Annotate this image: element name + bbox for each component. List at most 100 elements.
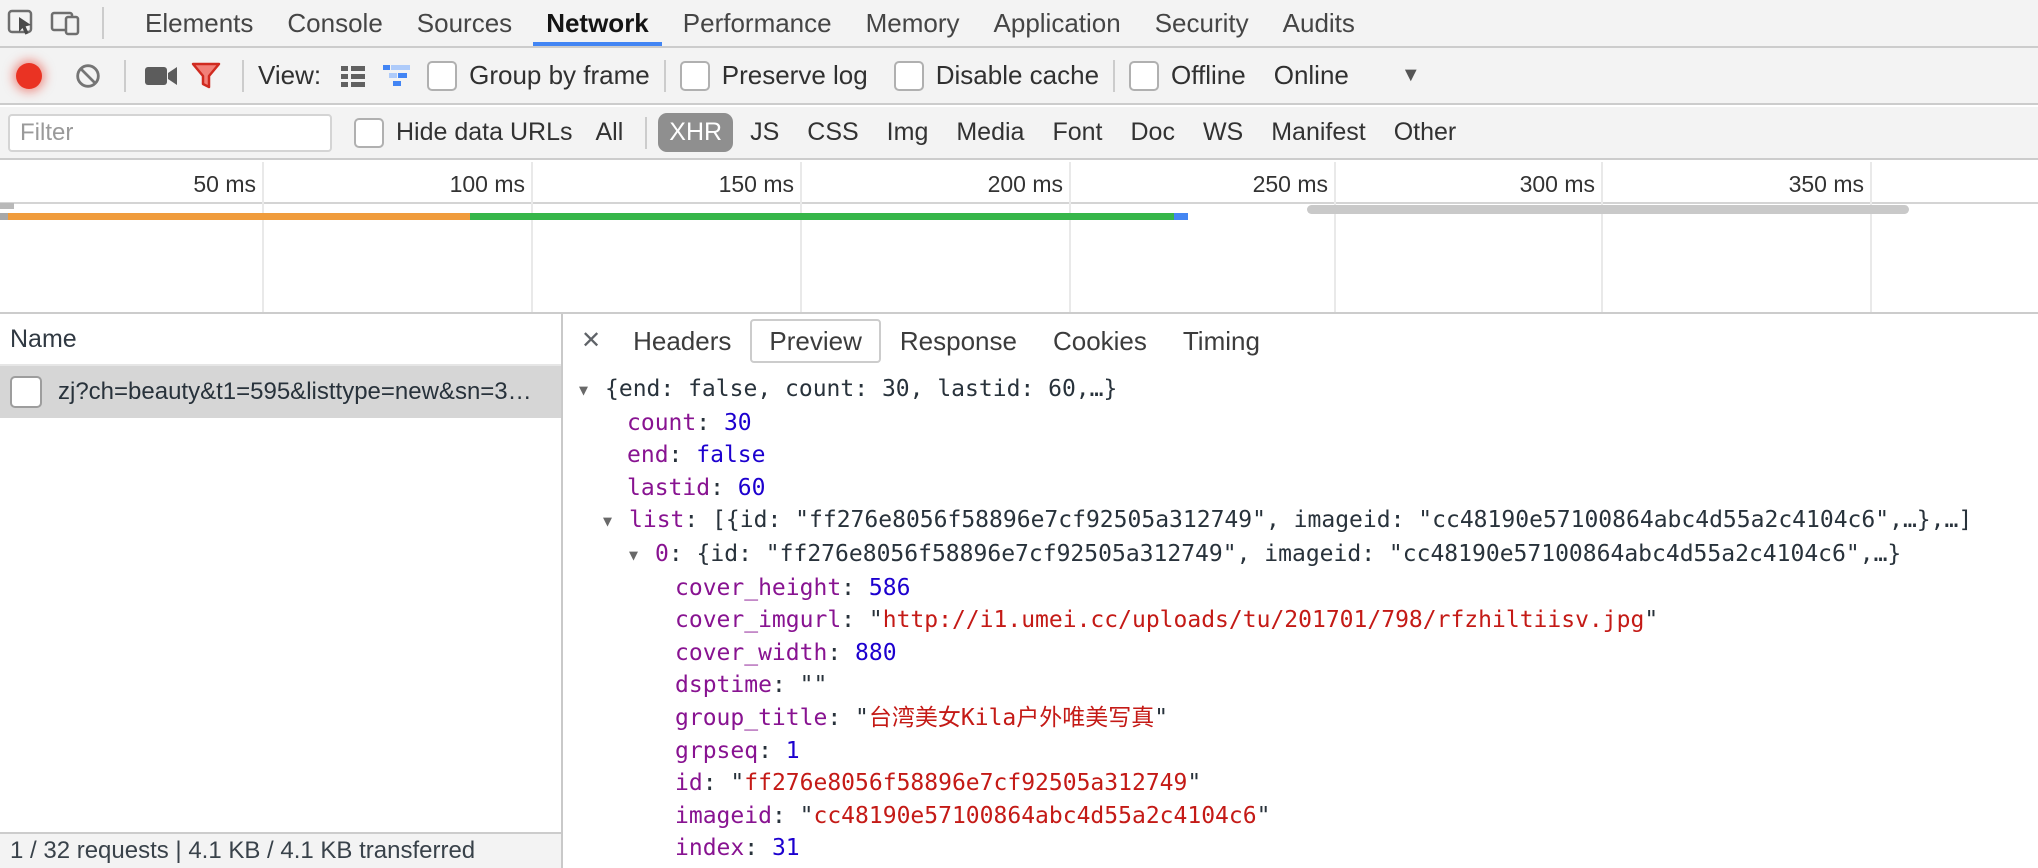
resource-type-filters: XHRJSCSSImgMediaFontDocWSManifestOther: [655, 113, 1470, 152]
tab-application[interactable]: Application: [977, 0, 1138, 46]
tab-sources[interactable]: Sources: [400, 0, 529, 46]
json-key: grpseq: [675, 738, 758, 764]
filter-type-doc[interactable]: Doc: [1119, 113, 1185, 152]
detail-tabs: ✕ HeadersPreviewResponseCookiesTiming: [565, 314, 2038, 366]
timeline-tick-label: 50 ms: [193, 171, 256, 198]
network-overview[interactable]: 50 ms100 ms150 ms200 ms250 ms300 ms350 m…: [0, 162, 2038, 314]
offline-checkbox[interactable]: [1129, 61, 1159, 91]
show-overview-button[interactable]: [375, 54, 419, 98]
detail-tab-preview[interactable]: Preview: [750, 319, 880, 363]
filter-type-css[interactable]: CSS: [796, 113, 869, 152]
network-content: Name zj?ch=beauty&t1=595&listtype=new&sn…: [0, 314, 2038, 868]
json-tree-line[interactable]: cover_imgurl: "http://i1.umei.cc/uploads…: [565, 604, 2038, 637]
throttling-dropdown-icon[interactable]: ▼: [1401, 64, 1421, 87]
filter-type-manifest[interactable]: Manifest: [1260, 113, 1376, 152]
throttling-select[interactable]: Online: [1274, 60, 1349, 91]
json-tree-line[interactable]: cover_height: 586: [565, 572, 2038, 605]
json-tree-line[interactable]: grpseq: 1: [565, 735, 2038, 768]
funnel-icon: [190, 61, 222, 91]
status-text: 1 / 32 requests | 4.1 KB / 4.1 KB transf…: [10, 837, 475, 865]
group-by-frame-label[interactable]: Group by frame: [469, 60, 650, 91]
disclosure-triangle-icon[interactable]: ▼: [579, 374, 605, 407]
use-large-rows-button[interactable]: [331, 54, 375, 98]
tab-elements[interactable]: Elements: [128, 0, 270, 46]
json-key: imageid: [675, 803, 772, 829]
filter-type-xhr[interactable]: XHR: [658, 113, 733, 152]
json-tree-line[interactable]: count: 30: [565, 407, 2038, 440]
json-tree-line[interactable]: index: 31: [565, 832, 2038, 865]
preserve-log-label[interactable]: Preserve log: [722, 60, 868, 91]
json-plain: : [{id: "ff276e8056f58896e7cf92505a31274…: [684, 507, 1972, 533]
tab-security[interactable]: Security: [1138, 0, 1266, 46]
json-tree-line[interactable]: end: false: [565, 439, 2038, 472]
disclosure-triangle-icon[interactable]: ▼: [603, 505, 629, 538]
detail-tab-timing[interactable]: Timing: [1166, 319, 1277, 363]
json-num: 30: [724, 410, 752, 436]
disable-cache-checkbox[interactable]: [894, 61, 924, 91]
hide-data-urls-checkbox[interactable]: [354, 118, 384, 148]
overview-bar-segment: [0, 213, 8, 220]
close-icon[interactable]: ✕: [581, 326, 601, 355]
json-plain: ": [1154, 705, 1168, 731]
request-row-checkbox[interactable]: [10, 376, 42, 408]
json-plain: : "": [772, 672, 827, 698]
tab-network[interactable]: Network: [529, 0, 666, 46]
toggle-device-toolbar-button[interactable]: [44, 1, 88, 45]
filter-type-img[interactable]: Img: [876, 113, 940, 152]
filter-type-media[interactable]: Media: [945, 113, 1035, 152]
overview-scroll-pill[interactable]: [1307, 205, 1909, 214]
json-tree-line[interactable]: ▼list: [{id: "ff276e8056f58896e7cf92505a…: [565, 504, 2038, 538]
json-plain: :: [696, 410, 724, 436]
filter-type-js[interactable]: JS: [739, 113, 790, 152]
name-column-header[interactable]: Name: [0, 314, 561, 366]
inspect-element-button[interactable]: [0, 1, 44, 45]
timeline-tick: 150 ms: [800, 162, 802, 314]
json-key: id: [675, 770, 703, 796]
json-key: cover_imgurl: [675, 607, 841, 633]
clear-button[interactable]: [66, 54, 110, 98]
group-by-frame-checkbox[interactable]: [427, 61, 457, 91]
json-tree-line[interactable]: ▼0: {id: "ff276e8056f58896e7cf92505a3127…: [565, 538, 2038, 572]
json-key: 0: [655, 541, 669, 567]
separator: [124, 60, 126, 92]
disclosure-triangle-icon[interactable]: ▼: [629, 539, 655, 572]
json-tree-line[interactable]: ▼{end: false, count: 30, lastid: 60,…}: [565, 373, 2038, 407]
timeline-tick-label: 150 ms: [719, 171, 794, 198]
request-row[interactable]: zj?ch=beauty&t1=595&listtype=new&sn=30&l…: [0, 366, 561, 418]
tab-memory[interactable]: Memory: [849, 0, 977, 46]
json-num: 586: [869, 575, 911, 601]
detail-tab-headers[interactable]: Headers: [616, 319, 748, 363]
camera-icon: [144, 62, 180, 90]
filter-input[interactable]: [8, 114, 332, 152]
hide-data-urls-label[interactable]: Hide data URLs: [396, 118, 572, 147]
record-network-log-button[interactable]: [16, 63, 42, 89]
request-detail-pane: ✕ HeadersPreviewResponseCookiesTiming ▼{…: [565, 314, 2038, 868]
tab-console[interactable]: Console: [270, 0, 399, 46]
device-toolbar-icon: [50, 7, 82, 39]
filter-type-all[interactable]: All: [584, 113, 634, 152]
detail-tab-response[interactable]: Response: [883, 319, 1034, 363]
json-tree-line[interactable]: lastid: 60: [565, 472, 2038, 505]
filter-type-other[interactable]: Other: [1383, 113, 1468, 152]
overview-request-fragment: [0, 203, 14, 209]
offline-label[interactable]: Offline: [1171, 60, 1246, 91]
preserve-log-checkbox[interactable]: [680, 61, 710, 91]
json-plain: :: [758, 738, 786, 764]
filter-type-ws[interactable]: WS: [1192, 113, 1254, 152]
json-tree-line[interactable]: dsptime: "": [565, 669, 2038, 702]
disable-cache-label[interactable]: Disable cache: [936, 60, 1099, 91]
clear-icon: [73, 61, 103, 91]
json-plain: : ": [703, 770, 745, 796]
json-tree-line[interactable]: imageid: "cc48190e57100864abc4d55a2c4104…: [565, 800, 2038, 833]
tab-audits[interactable]: Audits: [1266, 0, 1372, 46]
filter-toggle-button[interactable]: [184, 54, 228, 98]
detail-tab-cookies[interactable]: Cookies: [1036, 319, 1164, 363]
json-tree-line[interactable]: group_title: "台湾美女Kila户外唯美写真": [565, 702, 2038, 735]
capture-screenshots-button[interactable]: [140, 54, 184, 98]
json-tree-line[interactable]: id: "ff276e8056f58896e7cf92505a312749": [565, 767, 2038, 800]
json-plain: : ": [772, 803, 814, 829]
json-tree-line[interactable]: cover_width: 880: [565, 637, 2038, 670]
filter-type-font[interactable]: Font: [1041, 113, 1113, 152]
tab-performance[interactable]: Performance: [666, 0, 849, 46]
list-view-icon: [337, 60, 369, 92]
